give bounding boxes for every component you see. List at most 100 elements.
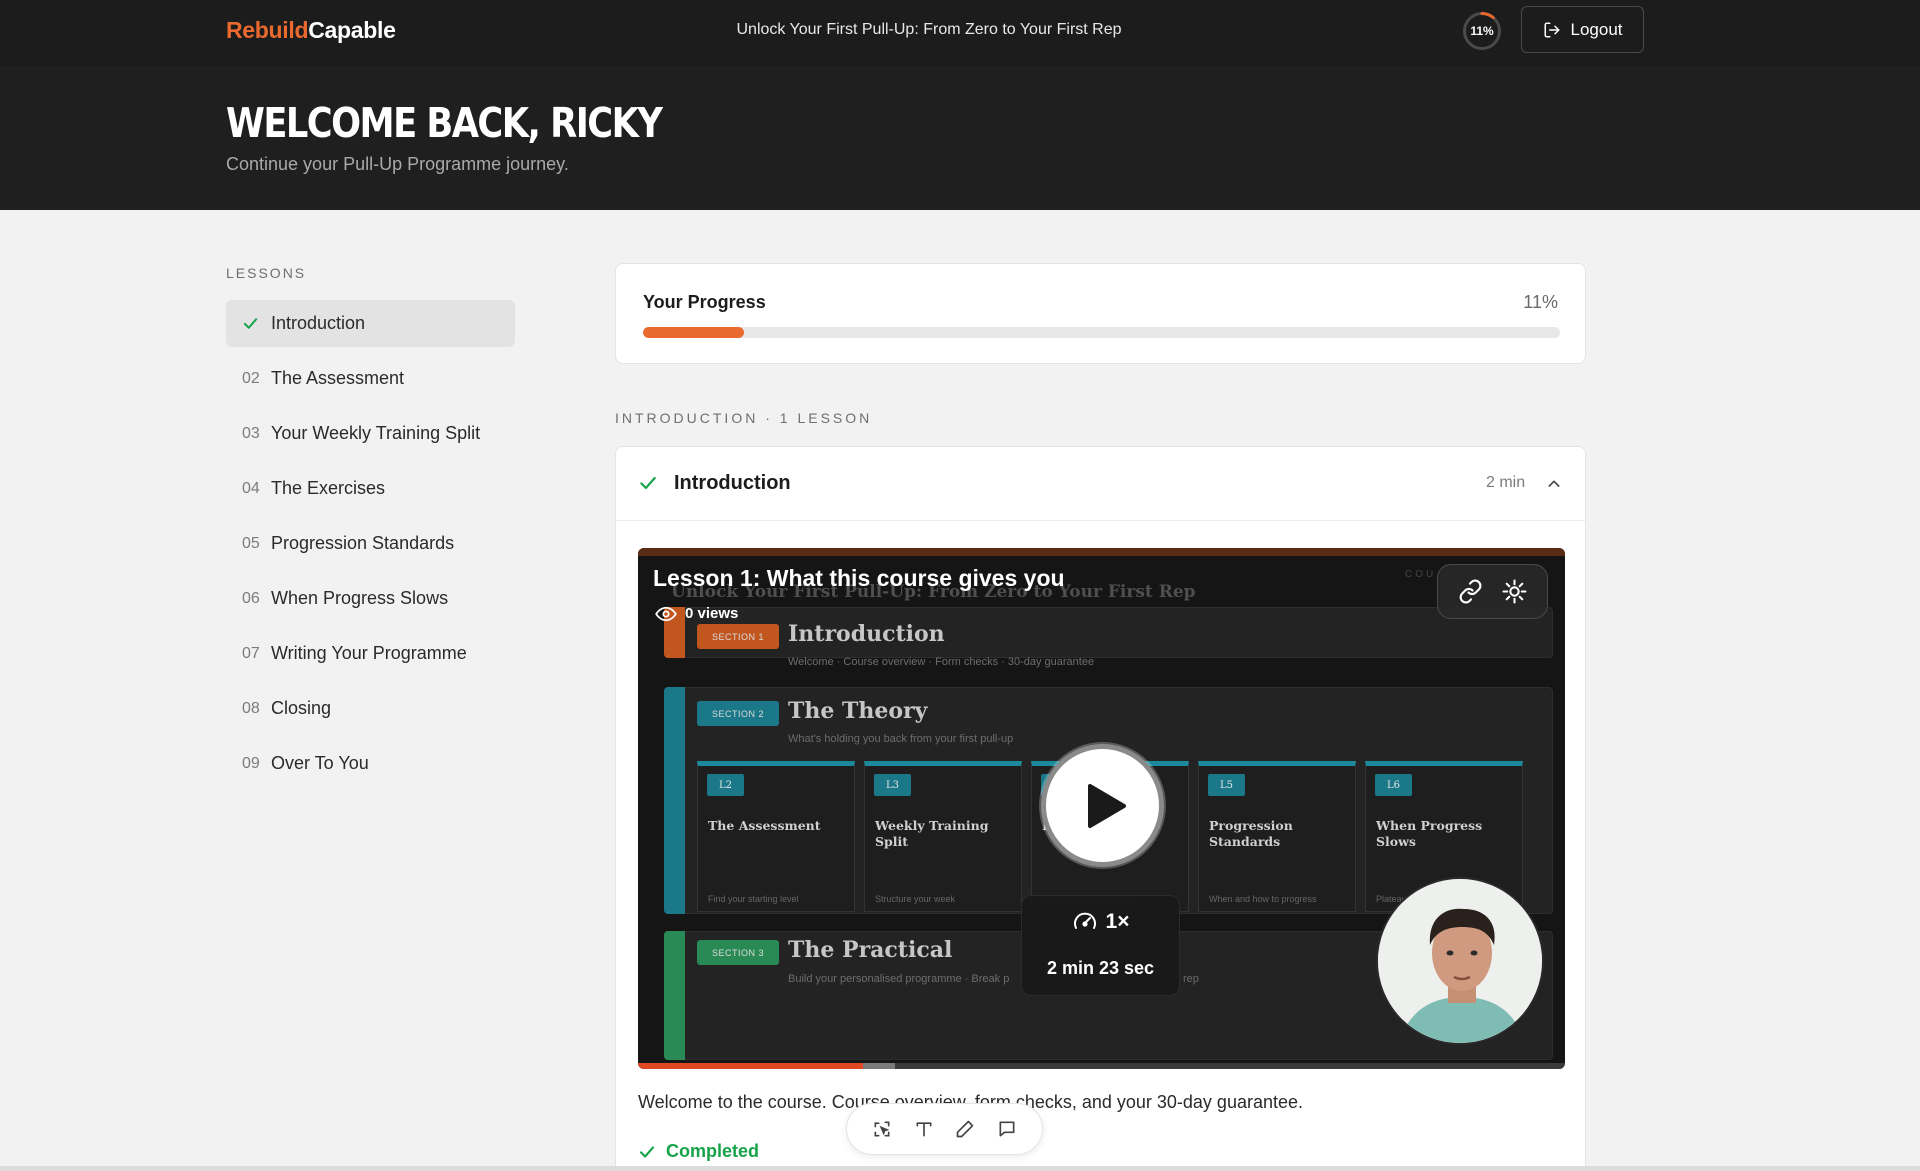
progress-ring-label: 11% (1470, 24, 1494, 38)
select-area-button[interactable] (869, 1116, 895, 1142)
lesson-title: Introduction (674, 472, 791, 494)
slide-module-tag: L2 (707, 774, 744, 796)
presenter-webcam-bubble[interactable] (1376, 877, 1544, 1045)
sidebar-lesson-item[interactable]: 06 When Progress Slows (226, 575, 515, 622)
lesson-duration: 2 min (1486, 474, 1526, 491)
comment-icon (999, 1121, 1015, 1137)
lessons-heading: LESSONS (226, 265, 307, 281)
slide-module-tag: L3 (874, 774, 911, 796)
sidebar-lesson-label: Your Weekly Training Split (271, 423, 481, 443)
welcome-title: WELCOME BACK, RICKY (226, 99, 663, 147)
slide-section-subtitle: Build your personalised programme · Brea… (788, 973, 1010, 985)
slide-section-badge: SECTION 2 (697, 701, 779, 726)
lesson-accordion-header[interactable]: Introduction 2 min (616, 447, 1585, 521)
slide-section-subtitle-tail: rep (1183, 973, 1199, 985)
playback-speed-value: 1× (1105, 910, 1130, 933)
progress-card: Your Progress 11% (615, 263, 1586, 364)
welcome-hero: WELCOME BACK, RICKY Continue your Pull-U… (0, 66, 1920, 210)
sidebar-lesson-label: Introduction (271, 313, 366, 333)
slide-module-name: The Assessment (708, 818, 821, 833)
logout-button[interactable]: Logout (1521, 6, 1644, 53)
sidebar-lesson-item[interactable]: 05 Progression Standards (226, 520, 515, 567)
sidebar-lesson-label: Closing (271, 698, 332, 718)
sidebar-lesson-number: 08 (242, 699, 260, 717)
slide-section-title: The Theory (788, 698, 928, 724)
sidebar-lesson-number: 07 (242, 644, 260, 662)
sidebar-lesson-number: 03 (242, 424, 260, 442)
slide-module-name: Progression Standards (1209, 818, 1293, 849)
annotation-toolbar (846, 1103, 1043, 1155)
sidebar-lesson-number: 09 (242, 754, 260, 772)
sidebar-lesson-number: 05 (242, 534, 260, 552)
lesson-accordion: Introduction 2 min SECTION 1 Introduction… (615, 446, 1586, 1171)
slide-module-card: L3 Weekly Training Split Structure your we… (864, 761, 1022, 912)
slide-module-tag: L5 (1208, 774, 1245, 796)
slide-section-badge: SECTION 3 (697, 940, 779, 965)
progress-bar-fill (643, 327, 744, 338)
slide-module-desc: Structure your week (875, 894, 956, 904)
check-icon (242, 315, 271, 332)
welcome-subtitle: Continue your Pull-Up Programme journey. (226, 154, 569, 174)
play-button[interactable] (1041, 744, 1164, 867)
sidebar-lesson-item[interactable]: 08 Closing (226, 685, 515, 732)
slide-section-title: Introduction (788, 621, 945, 647)
slide-section-badge: SECTION 1 (697, 624, 779, 649)
sidebar-lesson-item[interactable]: 03 Your Weekly Training Split (226, 410, 515, 457)
text-tool-button[interactable] (911, 1116, 937, 1142)
slide-section-title: The Practical (788, 937, 953, 963)
slide-section-bar (664, 931, 685, 1060)
sidebar-lesson-number: 06 (242, 589, 260, 607)
sidebar-lesson-label: Progression Standards (271, 533, 455, 553)
sidebar-lesson-item[interactable]: 04 The Exercises (226, 465, 515, 512)
logout-label: Logout (1570, 19, 1623, 39)
link-icon[interactable] (1458, 579, 1483, 604)
sidebar-lesson-number: 02 (242, 369, 260, 387)
lesson-completed-label: Completed (666, 1141, 760, 1161)
sidebar-lesson-number: 04 (242, 479, 260, 497)
video-title: Lesson 1: What this course gives you (653, 565, 1065, 591)
eye-icon (655, 606, 677, 621)
slide-module-card: L2 The Assessment Find your starting level (697, 761, 855, 912)
top-navbar: RebuildCapable Unlock Your First Pull-Up… (0, 0, 1920, 66)
playback-speed-panel[interactable]: 1× 2 min 23 sec (1021, 895, 1180, 996)
video-slide-corner-text: COU (1405, 569, 1437, 580)
slide-module-card: L5 Progression Standards When and how to p… (1198, 761, 1356, 912)
settings-icon[interactable] (1502, 579, 1527, 604)
presenter-avatar (1378, 879, 1542, 1043)
logout-icon (1544, 22, 1559, 37)
pencil-icon (957, 1120, 974, 1138)
sidebar-lesson-label: Over To You (271, 753, 369, 773)
lesson-video-player[interactable]: SECTION 1 Introduction Welcome · Course ov… (638, 548, 1565, 1069)
progress-bar (643, 327, 1560, 338)
sidebar-lesson-item[interactable]: 02 The Assessment (226, 355, 515, 402)
sidebar-lesson-label: The Exercises (271, 478, 386, 498)
chevron-up-icon[interactable] (1546, 476, 1562, 492)
slide-section-subtitle: Welcome · Course overview · Form checks … (788, 656, 1095, 668)
comment-tool-button[interactable] (994, 1116, 1020, 1142)
sidebar-lesson-label: When Progress Slows (271, 588, 449, 608)
page-bottom-divider (0, 1166, 1920, 1171)
section-label: INTRODUCTION · 1 LESSON (615, 410, 873, 426)
check-icon (640, 476, 656, 490)
select-area-icon (874, 1121, 890, 1137)
video-progress-bar[interactable] (638, 1063, 1565, 1069)
slide-module-tag: L6 (1375, 774, 1412, 796)
slide-module-name: When Progress Slows (1376, 818, 1483, 849)
video-duration: 2 min 23 sec (1046, 958, 1155, 978)
video-played (638, 1063, 864, 1069)
sidebar-lesson-label: The Assessment (271, 368, 405, 388)
sidebar-lesson-label: Writing Your Programme (271, 643, 467, 663)
sidebar-lesson-item[interactable]: Introduction (226, 300, 515, 347)
playback-speed[interactable]: 1× (1022, 910, 1179, 934)
sidebar-lesson-item[interactable]: 09 Over To You (226, 740, 515, 787)
check-icon (639, 1145, 655, 1158)
pencil-tool-button[interactable] (952, 1116, 978, 1142)
play-icon (1088, 784, 1126, 828)
progress-percent: 11% (1523, 292, 1558, 312)
slide-module-desc: Find your starting level (708, 894, 799, 904)
sidebar-lesson-item[interactable]: 07 Writing Your Programme (226, 630, 515, 677)
lesson-completed-status[interactable]: Completed (638, 1141, 759, 1162)
video-views: 0 views (655, 605, 738, 622)
video-tools (1437, 564, 1548, 619)
progress-title: Your Progress (643, 292, 766, 312)
